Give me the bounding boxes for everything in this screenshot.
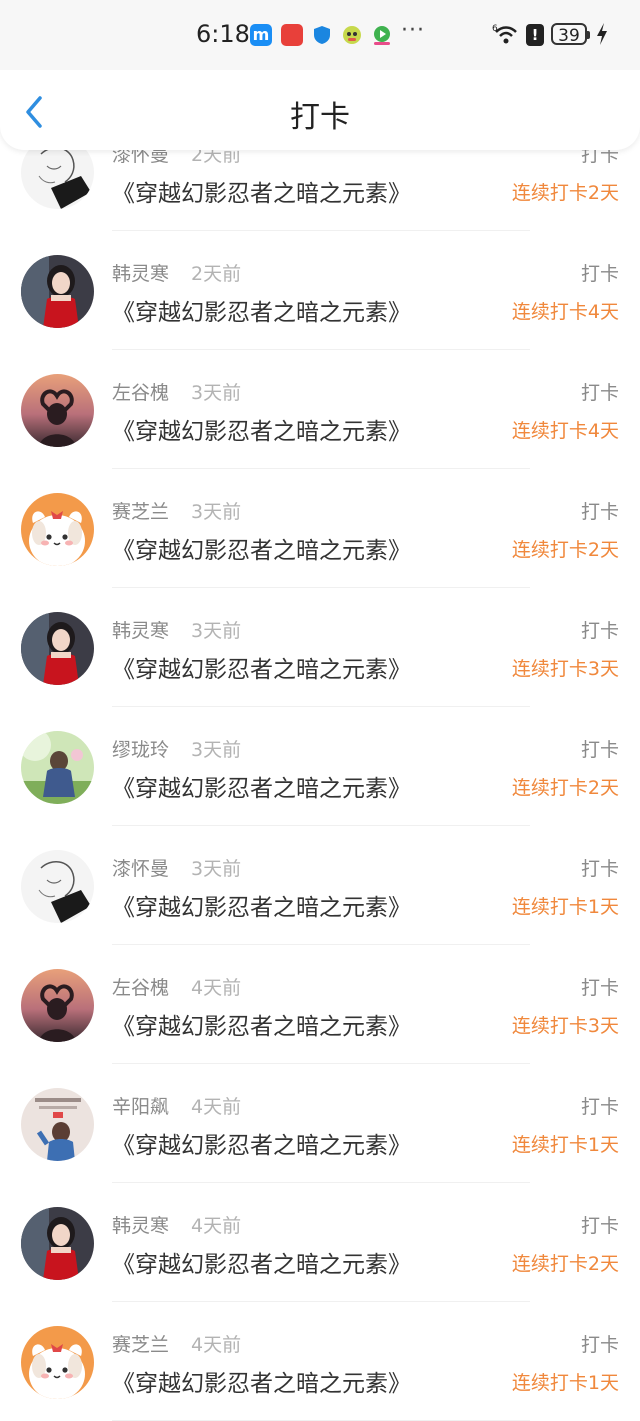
streak-label: 连续打卡1天: [511, 1372, 619, 1394]
streak-label: 连续打卡2天: [511, 1253, 619, 1275]
streak-label: 连续打卡2天: [511, 182, 619, 204]
checkin-item[interactable]: 韩灵寒 4天前《穿越幻影忍者之暗之元素》 打卡连续打卡2天: [0, 1183, 640, 1302]
streak-label: 连续打卡1天: [511, 896, 619, 918]
time-ago: 3天前: [191, 739, 242, 761]
checkin-item[interactable]: 辛阳飙 4天前《穿越幻影忍者之暗之元素》 打卡连续打卡1天: [0, 1064, 640, 1183]
checkin-label: 打卡: [580, 501, 619, 523]
user-avatar[interactable]: [21, 731, 94, 804]
user-avatar[interactable]: [21, 255, 94, 328]
checkin-label: 打卡: [580, 1334, 619, 1356]
time-ago: 4天前: [191, 977, 242, 999]
app-m-icon: m: [250, 24, 272, 46]
checkin-label: 打卡: [580, 977, 619, 999]
checkin-label: 打卡: [580, 382, 619, 404]
user-name[interactable]: 辛阳飙: [112, 1092, 169, 1119]
more-notifications-icon: ···: [401, 18, 425, 43]
checkin-item[interactable]: 赛芝兰 4天前《穿越幻影忍者之暗之元素》 打卡连续打卡1天: [0, 1302, 640, 1421]
checkin-label: 打卡: [580, 858, 619, 880]
time-ago: 3天前: [191, 858, 242, 880]
page-title: 打卡: [290, 100, 350, 135]
user-avatar[interactable]: [21, 850, 94, 923]
streak-label: 连续打卡2天: [511, 777, 619, 799]
checkin-item[interactable]: 韩灵寒 2天前《穿越幻影忍者之暗之元素》 打卡连续打卡4天: [0, 231, 640, 350]
shopping-bag-icon: [281, 24, 303, 46]
book-title[interactable]: 《穿越幻影忍者之暗之元素》: [112, 531, 411, 565]
user-name[interactable]: 漆怀曼: [112, 854, 169, 881]
time-ago: 4天前: [191, 1334, 242, 1356]
book-title[interactable]: 《穿越幻影忍者之暗之元素》: [112, 1245, 411, 1279]
checkin-item[interactable]: 漆怀曼 3天前《穿越幻影忍者之暗之元素》 打卡连续打卡1天: [0, 826, 640, 945]
checkin-item[interactable]: 缪珑玲 3天前《穿越幻影忍者之暗之元素》 打卡连续打卡2天: [0, 707, 640, 826]
user-name[interactable]: 赛芝兰: [112, 1330, 169, 1357]
video-play-icon: [371, 24, 393, 46]
status-time: 6:18: [196, 20, 250, 48]
user-name[interactable]: 韩灵寒: [112, 259, 169, 286]
streak-label: 连续打卡3天: [511, 1015, 619, 1037]
streak-label: 连续打卡2天: [511, 539, 619, 561]
book-title[interactable]: 《穿越幻影忍者之暗之元素》: [112, 1126, 411, 1160]
checkin-label: 打卡: [580, 1215, 619, 1237]
user-name[interactable]: 韩灵寒: [112, 616, 169, 643]
time-ago: 3天前: [191, 382, 242, 404]
book-title[interactable]: 《穿越幻影忍者之暗之元素》: [112, 769, 411, 803]
checkin-item[interactable]: 韩灵寒 3天前《穿越幻影忍者之暗之元素》 打卡连续打卡3天: [0, 588, 640, 707]
user-name[interactable]: 左谷槐: [112, 378, 169, 405]
user-name[interactable]: 缪珑玲: [112, 735, 169, 762]
streak-label: 连续打卡4天: [511, 301, 619, 323]
time-ago: 4天前: [191, 1215, 242, 1237]
checkin-label: 打卡: [580, 263, 619, 285]
nav-header: 打卡: [0, 70, 640, 150]
user-avatar[interactable]: [21, 1326, 94, 1399]
time-ago: 4天前: [191, 1096, 242, 1118]
book-title[interactable]: 《穿越幻影忍者之暗之元素》: [112, 888, 411, 922]
book-title[interactable]: 《穿越幻影忍者之暗之元素》: [112, 1007, 411, 1041]
user-avatar[interactable]: [21, 374, 94, 447]
user-avatar[interactable]: [21, 612, 94, 685]
user-avatar[interactable]: [21, 1088, 94, 1161]
user-name[interactable]: 赛芝兰: [112, 497, 169, 524]
mascot-app-icon: [341, 24, 363, 46]
shield-icon: [311, 24, 333, 46]
book-title[interactable]: 《穿越幻影忍者之暗之元素》: [112, 412, 411, 446]
book-title[interactable]: 《穿越幻影忍者之暗之元素》: [112, 293, 411, 327]
user-avatar[interactable]: [21, 969, 94, 1042]
checkin-item[interactable]: 赛芝兰 3天前《穿越幻影忍者之暗之元素》 打卡连续打卡2天: [0, 469, 640, 588]
wifi-icon: 6: [492, 24, 517, 44]
book-title[interactable]: 《穿越幻影忍者之暗之元素》: [112, 1364, 411, 1398]
alert-icon: !: [526, 24, 544, 46]
user-name[interactable]: 韩灵寒: [112, 1211, 169, 1238]
checkin-label: 打卡: [580, 620, 619, 642]
streak-label: 连续打卡4天: [511, 420, 619, 442]
user-avatar[interactable]: [21, 493, 94, 566]
streak-label: 连续打卡3天: [511, 658, 619, 680]
time-ago: 3天前: [191, 501, 242, 523]
time-ago: 2天前: [191, 263, 242, 285]
streak-label: 连续打卡1天: [511, 1134, 619, 1156]
time-ago: 3天前: [191, 620, 242, 642]
checkin-label: 打卡: [580, 739, 619, 761]
user-avatar[interactable]: [21, 1207, 94, 1280]
checkin-label: 打卡: [580, 1096, 619, 1118]
book-title[interactable]: 《穿越幻影忍者之暗之元素》: [112, 174, 411, 208]
checkin-item[interactable]: 左谷槐 3天前《穿越幻影忍者之暗之元素》 打卡连续打卡4天: [0, 350, 640, 469]
status-bar: 6:18 m ··· 6 ! 39: [0, 0, 640, 70]
battery-indicator: 39: [551, 23, 590, 46]
user-name[interactable]: 左谷槐: [112, 973, 169, 1000]
checkin-item[interactable]: 左谷槐 4天前《穿越幻影忍者之暗之元素》 打卡连续打卡3天: [0, 945, 640, 1064]
charging-bolt-icon: [597, 23, 607, 45]
book-title[interactable]: 《穿越幻影忍者之暗之元素》: [112, 650, 411, 684]
